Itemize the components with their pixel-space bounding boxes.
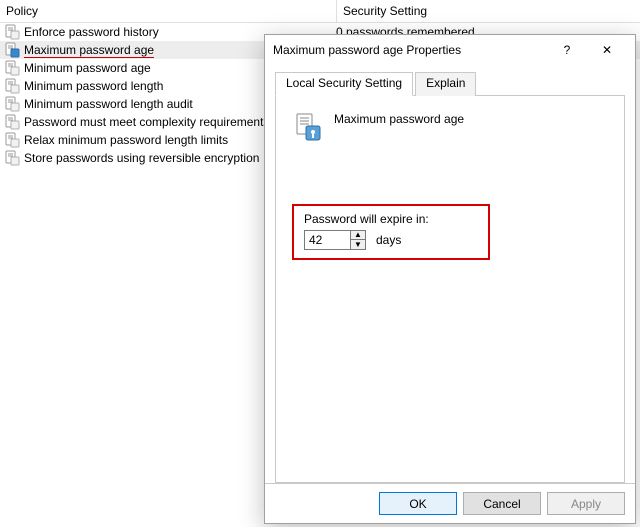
policy-label-text: Enforce password history [24, 25, 159, 39]
expire-spinner-row: ▲ ▼ days [304, 230, 478, 250]
header-security-setting[interactable]: Security Setting [337, 0, 640, 22]
policy-icon [4, 150, 20, 166]
dialog-titlebar[interactable]: Maximum password age Properties ? ✕ [265, 35, 635, 65]
ok-button[interactable]: OK [379, 492, 457, 515]
policy-label-text: Store passwords using reversible encrypt… [24, 151, 259, 165]
dialog-client: Local Security Setting Explain Maximum [265, 65, 635, 483]
tab-local-security-setting[interactable]: Local Security Setting [275, 72, 413, 96]
dialog-button-row: OK Cancel Apply [265, 483, 635, 523]
policy-icon [4, 24, 20, 40]
tab-page: Maximum password age Password will expir… [275, 96, 625, 483]
expire-highlight-box: Password will expire in: ▲ ▼ days [292, 204, 490, 260]
tabs: Local Security Setting Explain [275, 71, 625, 96]
days-spinner: ▲ ▼ [304, 230, 366, 250]
cancel-button[interactable]: Cancel [463, 492, 541, 515]
policy-label-text: Minimum password age [24, 61, 151, 75]
policy-icon [4, 42, 20, 58]
days-unit: days [376, 233, 401, 247]
policies-header: Policy Security Setting [0, 0, 640, 23]
policy-icon [4, 114, 20, 130]
apply-button[interactable]: Apply [547, 492, 625, 515]
policy-label-text: Minimum password length [24, 79, 163, 93]
close-button[interactable]: ✕ [587, 35, 627, 65]
policy-label-text: Maximum password age [24, 43, 154, 58]
spinner-buttons: ▲ ▼ [350, 230, 366, 250]
policy-label-text: Minimum password length audit [24, 97, 193, 111]
header-policy[interactable]: Policy [0, 0, 336, 22]
policy-label-text: Password must meet complexity requiremen… [24, 115, 269, 129]
policy-icon [4, 78, 20, 94]
dialog-heading: Maximum password age [292, 112, 608, 144]
days-input[interactable] [304, 230, 350, 250]
policy-icon [4, 96, 20, 112]
help-button[interactable]: ? [547, 35, 587, 65]
expire-label: Password will expire in: [304, 212, 478, 226]
dialog-heading-text: Maximum password age [334, 112, 464, 126]
tab-explain[interactable]: Explain [415, 72, 476, 96]
policy-icon [4, 132, 20, 148]
dialog-title-text: Maximum password age Properties [273, 43, 547, 57]
policy-icon [4, 60, 20, 76]
properties-dialog: Maximum password age Properties ? ✕ Loca… [264, 34, 636, 524]
policy-label-text: Relax minimum password length limits [24, 133, 228, 147]
spin-up-button[interactable]: ▲ [350, 230, 366, 240]
spin-down-button[interactable]: ▼ [350, 240, 366, 250]
policy-large-icon [292, 112, 324, 144]
